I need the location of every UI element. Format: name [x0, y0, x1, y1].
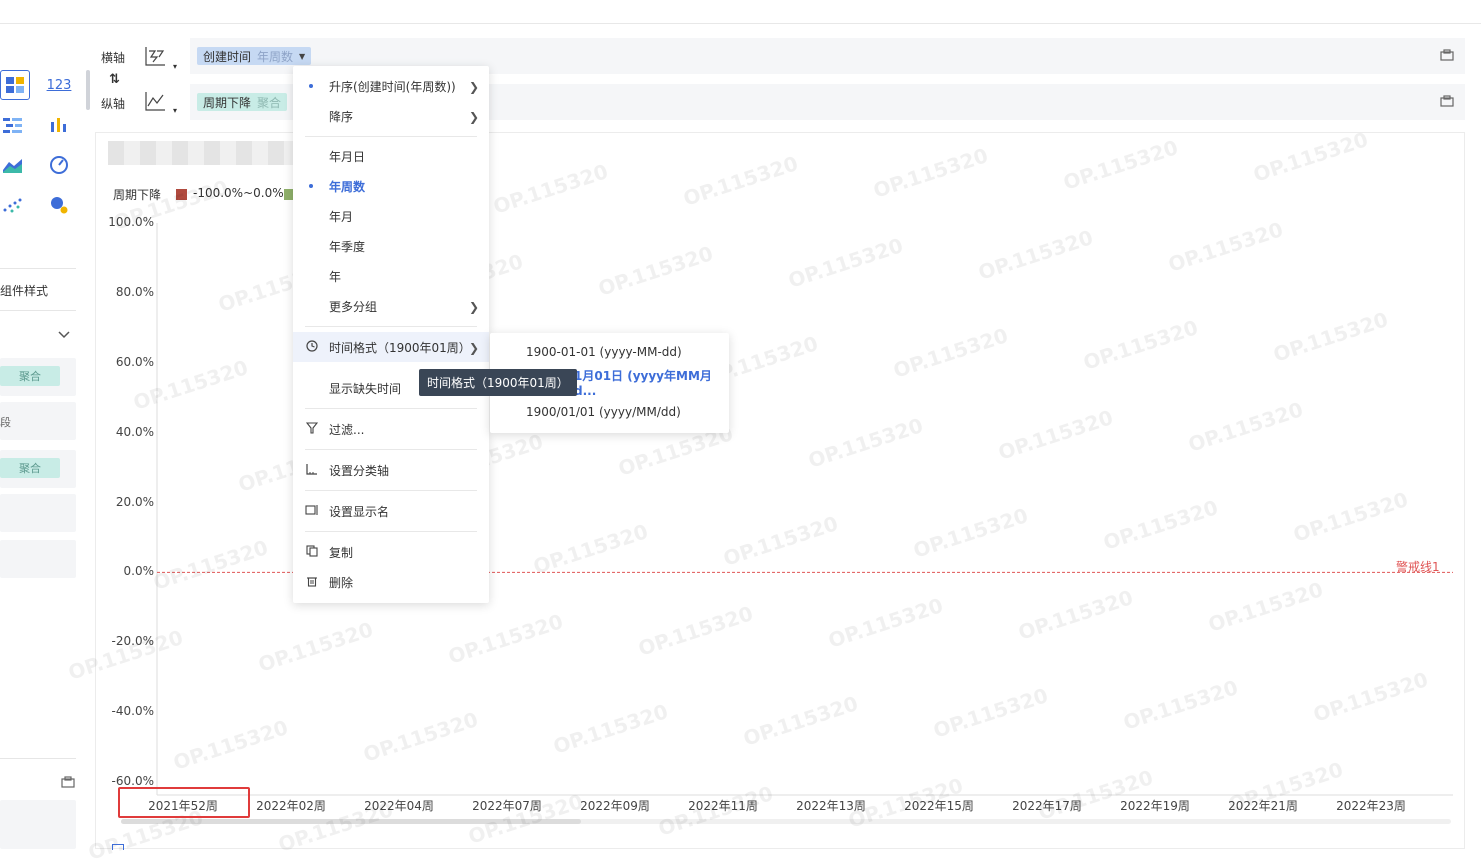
menu-divider [305, 449, 477, 450]
bar-chart-icon[interactable] [46, 112, 72, 138]
trash-icon [305, 575, 319, 589]
menu-item-sort-asc[interactable]: 升序(创建时间(年周数)) ❯ [293, 71, 489, 101]
swap-axes-icon[interactable]: ⇅ [109, 72, 120, 87]
x-tick-label: 2022年07周 [472, 799, 542, 813]
x-tick-label: 2022年19周 [1120, 799, 1190, 813]
number-card-icon[interactable]: 123 [46, 72, 72, 98]
y-tick-label: 20.0% [115, 494, 154, 509]
agg-tag[interactable]: 聚合 [0, 366, 60, 386]
left-panel: 123 组件样式 聚合 段 聚合 [0, 24, 86, 849]
x-tick-label: 2022年13周 [796, 799, 866, 813]
pill-field-name: 周期下降 [203, 95, 252, 110]
menu-divider [305, 490, 477, 491]
menu-item-year[interactable]: 年 [293, 261, 489, 291]
bubble-icon[interactable] [46, 192, 72, 218]
divider [0, 310, 76, 311]
highlight-box-first-category [118, 787, 250, 818]
menu-item-year-quarter[interactable]: 年季度 [293, 231, 489, 261]
chart-scrollbar-thumb[interactable] [121, 819, 581, 824]
value-field-box-2[interactable]: 聚合 [0, 450, 76, 488]
field-box[interactable]: 段 [0, 402, 76, 440]
pill-field-name: 创建时间 [203, 49, 252, 64]
divider [0, 268, 76, 269]
y-tick-label: 60.0% [115, 354, 154, 369]
y-tick-label: 40.0% [115, 424, 154, 439]
top-bar [0, 0, 1481, 24]
submenu-item-format-dash[interactable]: 1900-01-01 (yyyy-MM-dd) [490, 337, 729, 367]
dropdown-caret-icon[interactable]: ▾ [173, 106, 177, 115]
menu-item-delete[interactable]: 删除 [293, 567, 489, 597]
agg-tag-2[interactable]: 聚合 [0, 458, 60, 478]
field-label: 段 [0, 416, 11, 429]
menu-divider [305, 136, 477, 137]
menu-item-year-month[interactable]: 年月 [293, 201, 489, 231]
warning-line-label: 警戒线1 [1396, 560, 1440, 574]
bottom-field-box[interactable] [0, 800, 76, 849]
area-chart-icon[interactable] [0, 152, 26, 178]
x-tick-label: 2022年23周 [1336, 799, 1406, 813]
x-tick-label: 2022年04周 [364, 799, 434, 813]
lock-icon[interactable] [1440, 49, 1454, 64]
pill-sub-label: 聚合 [257, 95, 282, 110]
lock-icon[interactable] [1440, 95, 1454, 110]
menu-item-year-week[interactable]: 年周数 [293, 171, 489, 201]
menu-item-more-grouping[interactable]: 更多分组 ❯ [293, 291, 489, 321]
x-tick-label: 2022年21周 [1228, 799, 1298, 813]
menu-item-time-format[interactable]: 时间格式（1900年01周） ❯ [293, 332, 489, 362]
menu-item-set-category-axis[interactable]: 设置分类轴 [293, 455, 489, 485]
menu-item-copy[interactable]: 复制 [293, 537, 489, 567]
filter-icon [305, 422, 319, 436]
x-tick-label: 2022年15周 [904, 799, 974, 813]
y-axis-field-pill[interactable]: 周期下降 聚合 [197, 93, 288, 111]
menu-item-year-month-day[interactable]: 年月日 [293, 141, 489, 171]
grouped-table-icon[interactable] [0, 112, 26, 138]
empty-field-box[interactable] [0, 494, 76, 532]
gauge-icon[interactable] [46, 152, 72, 178]
clock-icon [305, 340, 319, 354]
menu-divider [305, 531, 477, 532]
value-field-box[interactable]: 聚合 [0, 358, 76, 396]
x-axis-chart-icon[interactable] [143, 45, 167, 70]
y-tick-label: 80.0% [115, 284, 154, 299]
y-tick-label: 100.0% [108, 215, 154, 229]
copy-icon [305, 545, 319, 559]
submenu-item-format-slash[interactable]: 1900/01/01 (yyyy/MM/dd) [490, 397, 729, 427]
scatter-icon[interactable] [0, 192, 26, 218]
context-menu: 升序(创建时间(年周数)) ❯ 降序 ❯ 年月日 年周数 年月 年季度 年 更多分组… [293, 66, 489, 603]
x-tick-label: 2022年09周 [580, 799, 650, 813]
pill-sub-label: 年周数 [257, 49, 294, 64]
chart-type-table-icon[interactable] [0, 70, 30, 100]
chevron-down-icon[interactable] [58, 328, 70, 342]
menu-divider [305, 326, 477, 327]
menu-item-filter[interactable]: 过滤... [293, 414, 489, 444]
x-tick-label: 2022年11周 [688, 799, 758, 813]
empty-field-box-2[interactable] [0, 540, 76, 578]
menu-item-sort-desc[interactable]: 降序 ❯ [293, 101, 489, 131]
dropdown-caret-icon[interactable]: ▾ [173, 62, 177, 71]
y-tick-label: 0.0% [123, 564, 155, 579]
y-tick-label: -40.0% [111, 704, 154, 719]
x-axis-label: 横轴 [101, 51, 126, 65]
y-tick-label: -20.0% [111, 634, 154, 649]
menu-divider [305, 408, 477, 409]
checkbox[interactable] [112, 844, 124, 850]
lock-icon[interactable] [61, 776, 75, 791]
rename-icon [305, 504, 319, 518]
divider [0, 758, 76, 759]
y-tick-label: -60.0% [111, 774, 154, 788]
component-style-label: 组件样式 [0, 284, 49, 298]
pill-caret-icon[interactable]: ▼ [299, 52, 305, 61]
y-axis-label: 纵轴 [101, 97, 126, 111]
x-tick-label: 2022年02周 [256, 799, 326, 813]
axis-icon [305, 463, 319, 477]
x-axis-field-pill[interactable]: 创建时间 年周数 ▼ [197, 47, 312, 65]
tooltip: 时间格式（1900年01周） [419, 369, 577, 396]
y-axis-chart-icon[interactable] [143, 90, 167, 115]
x-tick-label: 2022年17周 [1012, 799, 1082, 813]
menu-item-set-display-name[interactable]: 设置显示名 [293, 496, 489, 526]
panel-scrollbar[interactable] [86, 70, 90, 110]
